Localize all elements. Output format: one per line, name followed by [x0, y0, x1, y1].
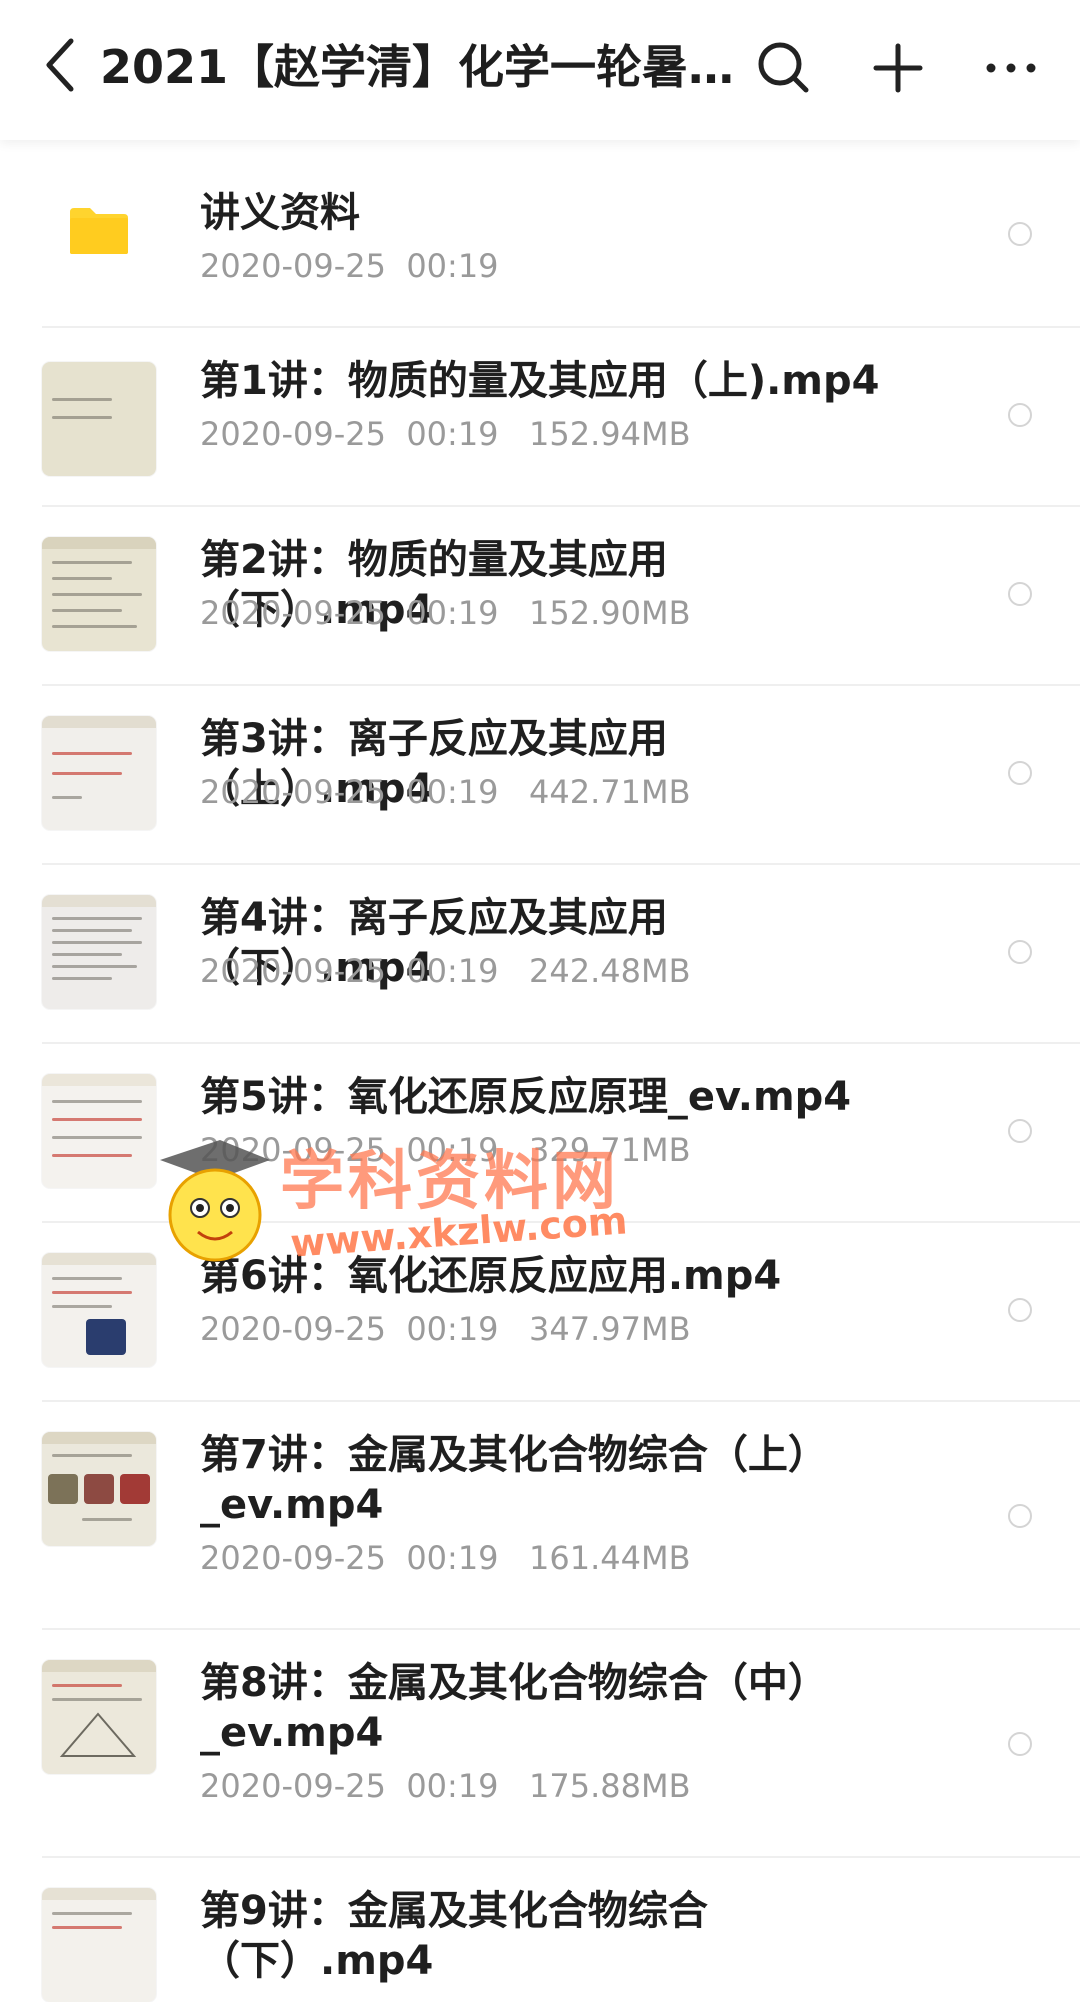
- select-radio[interactable]: [1008, 222, 1032, 246]
- search-button[interactable]: [748, 32, 820, 104]
- file-name: 第8讲：金属及其化合物综合（中）_ev.mp4: [200, 1660, 828, 1756]
- select-radio[interactable]: [1008, 403, 1032, 427]
- select-radio[interactable]: [1008, 940, 1032, 964]
- list-item[interactable]: 第2讲：物质的量及其应用（下）.mp4 2020-09-25 00:19 152…: [0, 507, 1080, 686]
- folder-icon: [70, 208, 128, 254]
- file-name: 第1讲：物质的量及其应用（上).mp4: [200, 358, 880, 404]
- select-radio[interactable]: [1008, 582, 1032, 606]
- file-name: 第9讲：金属及其化合物综合（下）.mp4: [200, 1888, 708, 1984]
- chevron-left-icon: [46, 38, 74, 92]
- video-thumbnail: [42, 362, 156, 476]
- file-name: 第5讲：氧化还原反应原理_ev.mp4: [200, 1074, 852, 1120]
- search-icon: [758, 42, 809, 93]
- video-thumbnail: [42, 1888, 156, 2002]
- video-thumbnail: [42, 1432, 156, 1546]
- page-title: 2021【赵学清】化学一轮暑...: [100, 40, 740, 94]
- more-button[interactable]: [975, 32, 1047, 104]
- select-radio[interactable]: [1008, 761, 1032, 785]
- list-item[interactable]: 第5讲：氧化还原反应原理_ev.mp4 2020-09-25 00:19 329…: [0, 1044, 1080, 1223]
- file-name: 第7讲：金属及其化合物综合（上）_ev.mp4: [200, 1432, 828, 1528]
- diagram-icon: [59, 1712, 137, 1757]
- file-meta: 2020-09-25 00:19 152.94MB: [200, 415, 691, 453]
- file-list: 讲义资料 2020-09-25 00:19 第1讲：物质的量及其应用（上).mp…: [0, 140, 1080, 2002]
- more-horizontal-icon: [986, 63, 1036, 73]
- list-item[interactable]: 第6讲：氧化还原反应应用.mp4 2020-09-25 00:19 347.97…: [0, 1223, 1080, 1402]
- file-meta: 2020-09-25 00:19 442.71MB: [200, 773, 691, 811]
- add-button[interactable]: [862, 32, 934, 104]
- list-item[interactable]: 第1讲：物质的量及其应用（上).mp4 2020-09-25 00:19 152…: [0, 328, 1080, 507]
- file-meta: 2020-09-25 00:19 152.90MB: [200, 594, 691, 632]
- video-thumbnail: [42, 716, 156, 830]
- file-meta: 2020-09-25 00:19: [200, 247, 499, 285]
- back-button[interactable]: [30, 30, 90, 100]
- list-item[interactable]: 第3讲：离子反应及其应用（上）.mp4 2020-09-25 00:19 442…: [0, 686, 1080, 865]
- video-thumbnail: [42, 1253, 156, 1367]
- file-name: 第6讲：氧化还原反应应用.mp4: [200, 1253, 782, 1299]
- file-meta: 2020-09-25 00:19 161.44MB: [200, 1539, 691, 1577]
- top-bar: 2021【赵学清】化学一轮暑...: [0, 0, 1080, 140]
- list-item-folder[interactable]: 讲义资料 2020-09-25 00:19: [0, 140, 1080, 328]
- select-radio[interactable]: [1008, 1298, 1032, 1322]
- select-radio[interactable]: [1008, 1732, 1032, 1756]
- file-name: 讲义资料: [200, 190, 360, 236]
- list-item[interactable]: 第9讲：金属及其化合物综合（下）.mp4: [0, 1858, 1080, 2002]
- file-meta: 2020-09-25 00:19 329.71MB: [200, 1131, 691, 1169]
- file-meta: 2020-09-25 00:19 347.97MB: [200, 1310, 691, 1348]
- select-radio[interactable]: [1008, 1119, 1032, 1143]
- video-thumbnail: [42, 537, 156, 651]
- list-item[interactable]: 第4讲：离子反应及其应用（下）.mp4 2020-09-25 00:19 242…: [0, 865, 1080, 1044]
- video-thumbnail: [42, 1660, 156, 1774]
- list-item[interactable]: 第8讲：金属及其化合物综合（中）_ev.mp4 2020-09-25 00:19…: [0, 1630, 1080, 1858]
- file-meta: 2020-09-25 00:19 242.48MB: [200, 952, 691, 990]
- select-radio[interactable]: [1008, 1504, 1032, 1528]
- video-thumbnail: [42, 1074, 156, 1188]
- video-thumbnail: [42, 895, 156, 1009]
- plus-icon: [873, 43, 923, 93]
- file-meta: 2020-09-25 00:19 175.88MB: [200, 1767, 691, 1805]
- list-item[interactable]: 第7讲：金属及其化合物综合（上）_ev.mp4 2020-09-25 00:19…: [0, 1402, 1080, 1630]
